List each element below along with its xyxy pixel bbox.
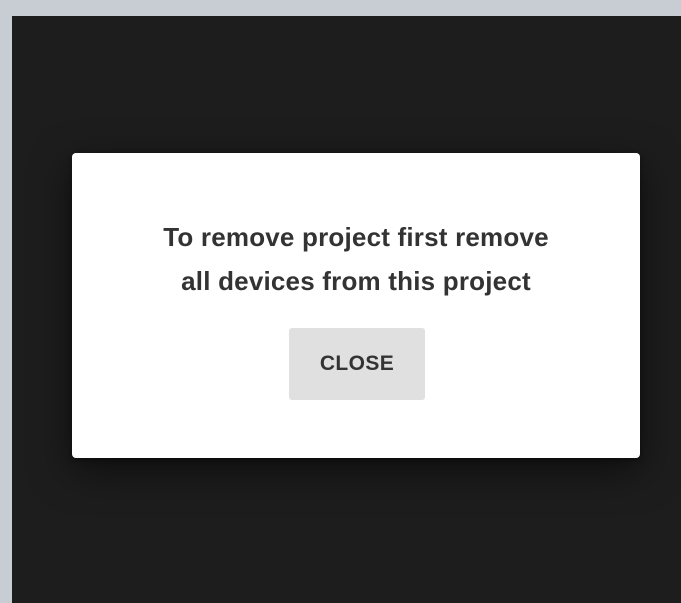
- remove-project-dialog: To remove project first remove all devic…: [72, 153, 640, 458]
- dialog-message-line-1: To remove project first remove: [163, 222, 549, 252]
- dialog-message-line-2: all devices from this project: [181, 266, 531, 296]
- app-background: To remove project first remove all devic…: [12, 16, 681, 603]
- close-button[interactable]: CLOSE: [289, 328, 425, 400]
- dialog-message: To remove project first remove all devic…: [72, 215, 640, 303]
